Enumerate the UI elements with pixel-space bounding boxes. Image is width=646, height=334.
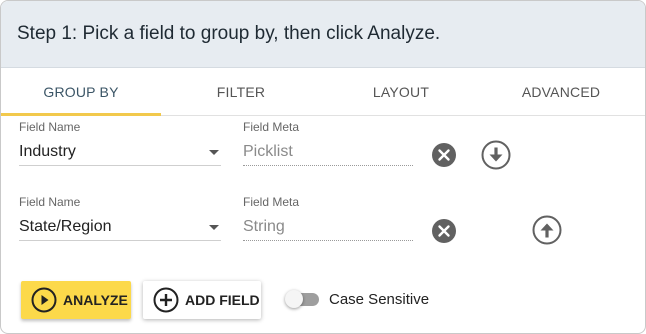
tab-filter[interactable]: FILTER [161, 68, 321, 116]
close-circle-icon[interactable] [432, 219, 456, 248]
tab-bar: GROUP BY FILTER LAYOUT ADVANCED [1, 68, 645, 116]
play-circle-icon [31, 287, 57, 313]
tab-advanced[interactable]: ADVANCED [481, 68, 641, 116]
analyze-button[interactable]: ANALYZE [21, 281, 131, 319]
field-meta-field: String [243, 215, 413, 241]
field-name-select[interactable]: State/Region [19, 215, 221, 241]
toggle-knob [285, 290, 303, 308]
case-sensitive-label: Case Sensitive [329, 291, 430, 308]
close-circle-icon[interactable] [432, 143, 456, 172]
chevron-down-icon [209, 225, 219, 230]
active-tab-indicator [1, 113, 161, 116]
field-meta-label: Field Meta [243, 120, 300, 134]
field-meta-value: Picklist [243, 143, 293, 160]
tab-group-by[interactable]: GROUP BY [1, 68, 161, 116]
chevron-down-icon [209, 150, 219, 155]
arrow-down-circle-icon[interactable] [481, 140, 511, 175]
field-name-select[interactable]: Industry [19, 140, 221, 166]
step-header: Step 1: Pick a field to group by, then c… [1, 1, 645, 68]
field-meta-label: Field Meta [243, 195, 300, 209]
field-name-label: Field Name [19, 195, 81, 209]
field-name-value: State/Region [19, 218, 112, 235]
case-sensitive-toggle[interactable] [285, 290, 321, 308]
add-field-label: ADD FIELD [185, 292, 260, 308]
arrow-up-circle-icon[interactable] [532, 215, 562, 250]
field-meta-value: String [243, 218, 285, 235]
tab-layout[interactable]: LAYOUT [321, 68, 481, 116]
group-by-panel: Step 1: Pick a field to group by, then c… [0, 0, 646, 334]
field-name-label: Field Name [19, 120, 81, 134]
field-name-value: Industry [19, 143, 76, 160]
step-title: Step 1: Pick a field to group by, then c… [17, 23, 441, 44]
analyze-label: ANALYZE [63, 292, 128, 308]
add-field-button[interactable]: ADD FIELD [143, 281, 261, 319]
field-meta-field: Picklist [243, 140, 413, 166]
plus-circle-icon [153, 287, 179, 313]
